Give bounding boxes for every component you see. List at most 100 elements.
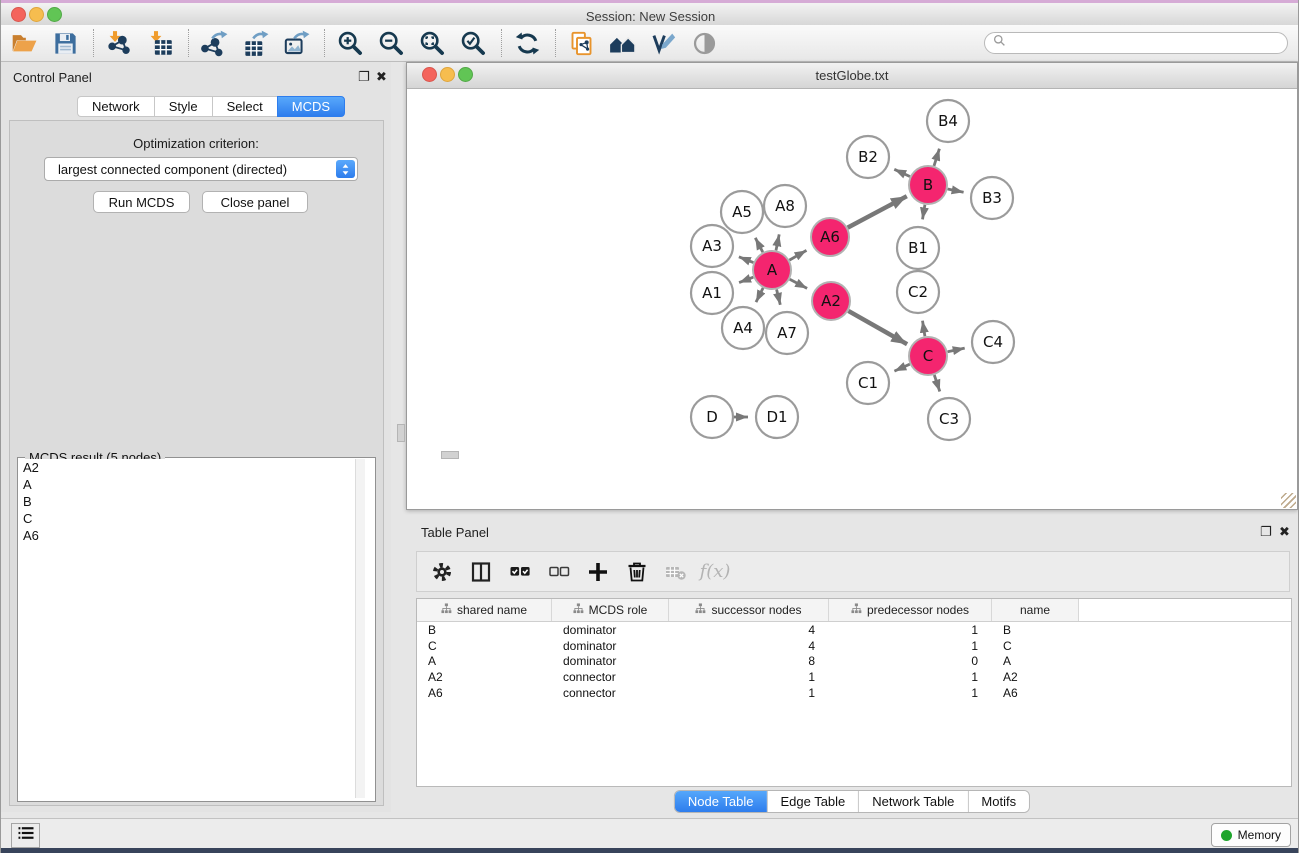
- edge-B-B2[interactable]: [894, 169, 910, 176]
- cell-name[interactable]: A2: [992, 670, 1079, 684]
- edge-A-A4[interactable]: [756, 288, 763, 302]
- home-icon[interactable]: [607, 28, 637, 58]
- app-titlebar[interactable]: Session: New Session: [1, 3, 1299, 26]
- cell-name[interactable]: B: [992, 623, 1079, 637]
- tab-style[interactable]: Style: [154, 96, 212, 117]
- cell-MCDS-role[interactable]: connector: [552, 686, 669, 700]
- open-icon[interactable]: [9, 28, 39, 58]
- network-view-window[interactable]: testGlobe.txt B4B2BB3A5A8A6B1A3AA1C2A2A4…: [406, 62, 1298, 510]
- cell-name[interactable]: A6: [992, 686, 1079, 700]
- network-window-titlebar[interactable]: testGlobe.txt: [407, 63, 1297, 89]
- tab-edge-table[interactable]: Edge Table: [767, 791, 859, 812]
- table-row[interactable]: Cdominator41C: [417, 638, 1291, 654]
- column-header-shared-name[interactable]: shared name: [417, 599, 552, 621]
- mcds-result-scrollbar[interactable]: [355, 459, 365, 798]
- close-panel-button[interactable]: Close panel: [202, 191, 308, 213]
- edge-C-C1[interactable]: [894, 364, 909, 371]
- cell-predecessor-nodes[interactable]: 0: [829, 654, 992, 668]
- table-row[interactable]: A2connector11A2: [417, 669, 1291, 685]
- network-canvas[interactable]: B4B2BB3A5A8A6B1A3AA1C2A2A4A7CC4C1C3DD1: [407, 89, 1297, 509]
- tab-node-table[interactable]: Node Table: [675, 791, 768, 812]
- cell-shared-name[interactable]: A2: [417, 670, 552, 684]
- cell-successor-nodes[interactable]: 8: [669, 654, 829, 668]
- float-panel-icon[interactable]: ❐: [358, 70, 370, 83]
- column-header-MCDS-role[interactable]: MCDS role: [552, 599, 669, 621]
- edge-C-C4[interactable]: [948, 348, 965, 352]
- style-edit-icon[interactable]: [648, 28, 678, 58]
- add-row-icon[interactable]: [583, 557, 613, 587]
- save-icon[interactable]: [50, 28, 80, 58]
- column-header-predecessor-nodes[interactable]: predecessor nodes: [829, 599, 992, 621]
- edge-A-A7[interactable]: [777, 290, 781, 305]
- edge-B-B3[interactable]: [948, 189, 964, 192]
- show-hide-icon[interactable]: [689, 28, 719, 58]
- cell-successor-nodes[interactable]: 1: [669, 686, 829, 700]
- mcds-result-item[interactable]: A2: [18, 459, 364, 476]
- edge-A-A6[interactable]: [789, 250, 806, 260]
- edge-A6-B[interactable]: [848, 196, 907, 227]
- zoom-in-icon[interactable]: [335, 28, 365, 58]
- window-resize-grip[interactable]: [1281, 493, 1296, 508]
- cell-shared-name[interactable]: A: [417, 654, 552, 668]
- edge-A-A8[interactable]: [776, 234, 779, 250]
- cell-successor-nodes[interactable]: 4: [669, 623, 829, 637]
- cell-predecessor-nodes[interactable]: 1: [829, 623, 992, 637]
- select-all-icon[interactable]: [505, 557, 535, 587]
- edge-B-B1[interactable]: [923, 205, 925, 220]
- export-image-icon[interactable]: [281, 28, 311, 58]
- cell-shared-name[interactable]: A6: [417, 686, 552, 700]
- edge-C-C3[interactable]: [934, 375, 940, 392]
- cell-shared-name[interactable]: B: [417, 623, 552, 637]
- horizontal-splitter-handle[interactable]: [441, 451, 459, 459]
- table-close-panel-icon[interactable]: ✖: [1279, 525, 1290, 538]
- edge-B-B4[interactable]: [934, 149, 939, 166]
- edge-A-A1[interactable]: [739, 277, 753, 282]
- zoom-selected-icon[interactable]: [458, 28, 488, 58]
- deselect-all-icon[interactable]: [544, 557, 574, 587]
- tab-network[interactable]: Network: [77, 96, 154, 117]
- edge-A-A5[interactable]: [755, 238, 763, 252]
- table-row[interactable]: A6connector11A6: [417, 685, 1291, 701]
- cell-predecessor-nodes[interactable]: 1: [829, 670, 992, 684]
- column-header-successor-nodes[interactable]: successor nodes: [669, 599, 829, 621]
- optimization-criterion-select[interactable]: largest connected component (directed): [44, 157, 358, 181]
- column-header-name[interactable]: name: [992, 599, 1079, 621]
- edge-A2-C[interactable]: [848, 311, 907, 344]
- vertical-splitter-handle[interactable]: [397, 424, 405, 442]
- export-network-icon[interactable]: [199, 28, 229, 58]
- tab-network-table[interactable]: Network Table: [859, 791, 968, 812]
- cell-predecessor-nodes[interactable]: 1: [829, 639, 992, 653]
- table-row[interactable]: Adominator80A: [417, 653, 1291, 669]
- import-network-icon[interactable]: [104, 28, 134, 58]
- search-input[interactable]: [1010, 35, 1287, 51]
- edge-A-A2[interactable]: [790, 279, 807, 288]
- cell-name[interactable]: A: [992, 654, 1079, 668]
- table-float-panel-icon[interactable]: ❐: [1260, 525, 1272, 538]
- search-box[interactable]: [984, 32, 1288, 54]
- zoom-out-icon[interactable]: [376, 28, 406, 58]
- mcds-result-item[interactable]: C: [18, 510, 364, 527]
- table-row[interactable]: Bdominator41B: [417, 622, 1291, 638]
- cell-MCDS-role[interactable]: dominator: [552, 654, 669, 668]
- import-table-icon[interactable]: [145, 28, 175, 58]
- mcds-result-list[interactable]: A2ABCA6: [18, 459, 364, 798]
- export-table-icon[interactable]: [240, 28, 270, 58]
- refresh-icon[interactable]: [512, 28, 542, 58]
- cell-shared-name[interactable]: C: [417, 639, 552, 653]
- edge-A-A3[interactable]: [739, 257, 754, 263]
- cell-predecessor-nodes[interactable]: 1: [829, 686, 992, 700]
- mcds-result-item[interactable]: B: [18, 493, 364, 510]
- edge-C-C2[interactable]: [923, 321, 925, 337]
- tab-mcds[interactable]: MCDS: [277, 96, 345, 117]
- cell-successor-nodes[interactable]: 4: [669, 639, 829, 653]
- task-history-button[interactable]: [11, 823, 40, 848]
- mcds-result-item[interactable]: A: [18, 476, 364, 493]
- mcds-result-item[interactable]: A6: [18, 527, 364, 544]
- columns-icon[interactable]: [466, 557, 496, 587]
- settings-icon[interactable]: [427, 557, 457, 587]
- cell-MCDS-role[interactable]: dominator: [552, 639, 669, 653]
- zoom-fit-icon[interactable]: [417, 28, 447, 58]
- cell-successor-nodes[interactable]: 1: [669, 670, 829, 684]
- clone-network-icon[interactable]: [566, 28, 596, 58]
- tab-select[interactable]: Select: [212, 96, 277, 117]
